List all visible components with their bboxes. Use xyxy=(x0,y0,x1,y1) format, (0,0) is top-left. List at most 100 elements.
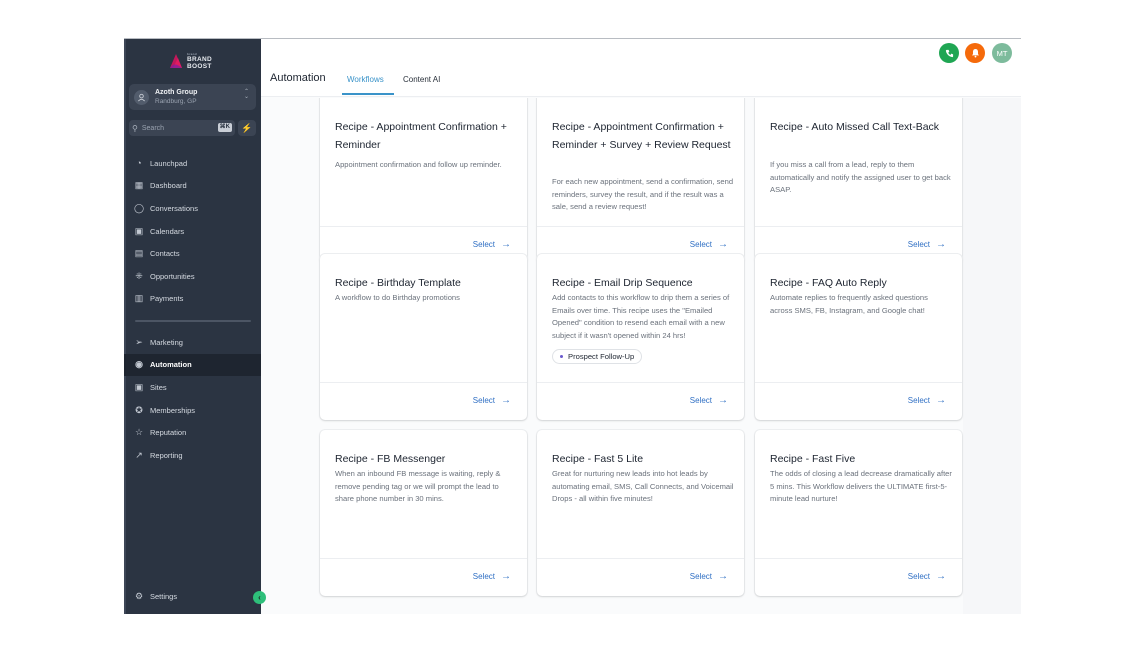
tab-content-ai[interactable]: Content AI xyxy=(403,75,440,84)
gear-icon: ⚙ xyxy=(134,590,144,601)
card-title: Recipe - Fast Five xyxy=(770,453,856,465)
calendar-icon: ▣ xyxy=(134,225,144,236)
card-title: Recipe - Birthday Template xyxy=(335,277,461,289)
sidebar-item-reputation[interactable]: ☆ Reputation xyxy=(124,421,261,444)
sidebar-item-label: Memberships xyxy=(150,405,196,415)
user-avatar[interactable]: MT xyxy=(992,43,1012,63)
select-label: Select xyxy=(689,572,712,581)
card-title: Recipe - Appointment Confirmation + Remi… xyxy=(335,121,507,151)
content-right-gutter xyxy=(963,98,1021,614)
select-button[interactable]: Select → xyxy=(473,571,511,582)
select-button[interactable]: Select → xyxy=(908,571,946,582)
arrow-right-icon: → xyxy=(936,239,946,250)
arrow-right-icon: → xyxy=(501,571,511,582)
sidebar-item-label: Reporting xyxy=(150,450,183,460)
chevron-left-icon: ‹ xyxy=(258,593,261,602)
account-switcher[interactable]: Azoth Group Randburg, GP ⌃ ⌄ xyxy=(129,84,256,110)
card-description: Add contacts to this workflow to drip th… xyxy=(552,293,730,340)
page-title: Automation xyxy=(270,72,326,84)
phone-button[interactable] xyxy=(939,43,959,63)
sidebar-item-reporting[interactable]: ↗ Reporting xyxy=(124,444,261,467)
workflow-recipe-card[interactable]: Recipe - FAQ Auto Reply Automate replies … xyxy=(755,254,962,420)
card-title: Recipe - Appointment Confirmation + Remi… xyxy=(552,121,731,151)
select-button[interactable]: Select → xyxy=(690,395,728,406)
award-icon: ✪ xyxy=(135,404,143,415)
automation-icon: ◉ xyxy=(135,359,143,370)
avatar-initials: MT xyxy=(996,48,1008,58)
search-icon: ⚲ xyxy=(132,123,138,133)
sidebar-edge xyxy=(124,39,126,614)
select-label: Select xyxy=(472,240,495,249)
select-label: Select xyxy=(472,572,495,581)
workflow-recipe-card[interactable]: Recipe - Fast 5 Lite Great for nurturing … xyxy=(537,430,744,596)
sidebar-item-calendars[interactable]: ▣ Calendars xyxy=(124,220,261,243)
select-label: Select xyxy=(907,572,930,581)
receipt-icon: ▥ xyxy=(134,293,144,304)
select-label: Select xyxy=(472,396,495,405)
select-label: Select xyxy=(689,240,712,249)
sidebar-item-marketing[interactable]: ➢ Marketing xyxy=(124,331,261,354)
card-tag-label: Prospect Follow-Up xyxy=(568,352,635,361)
card-description: If you miss a call from a lead, reply to… xyxy=(770,160,951,194)
collapse-sidebar-button[interactable]: ‹ xyxy=(253,591,266,604)
sidebar-item-label: Reputation xyxy=(150,428,187,438)
card-footer: Select → xyxy=(537,558,744,596)
notifications-button[interactable] xyxy=(965,43,985,63)
brand-logo[interactable]: brand BRAND BOOST xyxy=(168,49,218,73)
card-footer: Select → xyxy=(537,382,744,420)
select-button[interactable]: Select → xyxy=(908,239,946,250)
sidebar-item-settings[interactable]: ⚙ Settings xyxy=(124,585,261,608)
workflow-recipe-card[interactable]: Recipe - FB Messenger When an inbound FB … xyxy=(320,430,527,596)
chat-bubble-icon: ◯ xyxy=(133,202,145,213)
search-shortcut-badge: ⌘K xyxy=(217,123,232,132)
card-description: Great for nurturing new leads into hot l… xyxy=(552,469,734,503)
card-description: When an inbound FB message is waiting, r… xyxy=(335,469,501,503)
send-icon: ➢ xyxy=(135,336,143,347)
active-tab-indicator xyxy=(342,93,394,95)
select-button[interactable]: Select → xyxy=(690,571,728,582)
globe-window-icon: ▣ xyxy=(134,381,144,392)
rocket-icon: ◔ xyxy=(136,158,142,169)
star-icon: ☆ xyxy=(134,427,144,438)
workflow-recipe-card[interactable]: Recipe - Email Drip Sequence Add contacts… xyxy=(537,254,744,420)
workflow-recipe-card[interactable]: Recipe - Fast Five The odds of closing a … xyxy=(755,430,962,596)
card-description: A workflow to do Birthday promotions xyxy=(335,293,460,302)
workflow-recipe-card[interactable]: Recipe - Appointment Confirmation + Remi… xyxy=(320,98,527,264)
sidebar-item-memberships[interactable]: ✪ Memberships xyxy=(124,399,261,422)
sidebar-item-conversations[interactable]: ◯ Conversations xyxy=(124,197,261,220)
select-button[interactable]: Select → xyxy=(473,239,511,250)
select-label: Select xyxy=(689,396,712,405)
tab-workflows[interactable]: Workflows xyxy=(347,75,384,84)
brand-logo-line2: BOOST xyxy=(187,63,212,70)
sidebar-item-sites[interactable]: ▣ Sites xyxy=(124,376,261,399)
card-title: Recipe - FAQ Auto Reply xyxy=(770,277,887,289)
quick-action-button[interactable]: ⚡ xyxy=(238,120,256,136)
brand-logo-text: brand BRAND BOOST xyxy=(187,52,212,70)
sidebar-item-label: Automation xyxy=(150,360,192,370)
select-button[interactable]: Select → xyxy=(908,395,946,406)
card-footer: Select → xyxy=(755,558,962,596)
workflow-recipe-card[interactable]: Recipe - Appointment Confirmation + Remi… xyxy=(537,98,744,264)
search-input[interactable]: ⚲ Search ⌘K xyxy=(129,120,235,136)
sidebar-item-launchpad[interactable]: ◔ Launchpad xyxy=(124,152,261,175)
card-description: Automate replies to frequently asked que… xyxy=(770,293,928,315)
workflow-recipe-card[interactable]: Recipe - Auto Missed Call Text-Back If yo… xyxy=(755,98,962,264)
select-button[interactable]: Select → xyxy=(473,395,511,406)
arrow-right-icon: → xyxy=(718,571,728,582)
sidebar-item-payments[interactable]: ▥ Payments xyxy=(124,288,261,311)
select-button[interactable]: Select → xyxy=(690,239,728,250)
sidebar-item-label: Calendars xyxy=(150,226,185,236)
card-footer: Select → xyxy=(320,558,527,596)
arrow-right-icon: → xyxy=(936,395,946,406)
card-title: Recipe - Fast 5 Lite xyxy=(552,453,644,465)
contact-book-icon: ▤ xyxy=(134,248,144,259)
workflow-recipe-card[interactable]: Recipe - Birthday Template A workflow to … xyxy=(320,254,527,420)
select-label: Select xyxy=(907,240,930,249)
sidebar-item-dashboard[interactable]: ▦ Dashboard xyxy=(124,175,261,198)
sidebar-item-opportunities[interactable]: ⁜ Opportunities xyxy=(124,265,261,288)
sidebar-item-contacts[interactable]: ▤ Contacts xyxy=(124,242,261,265)
funnel-people-icon: ⁜ xyxy=(135,270,143,281)
sidebar-nav-primary: ◔ Launchpad ▦ Dashboard ◯ Conversations ▣ Calen… xyxy=(124,152,261,310)
sidebar-item-automation[interactable]: ◉ Automation xyxy=(124,353,261,377)
card-title: Recipe - Email Drip Sequence xyxy=(552,277,693,289)
